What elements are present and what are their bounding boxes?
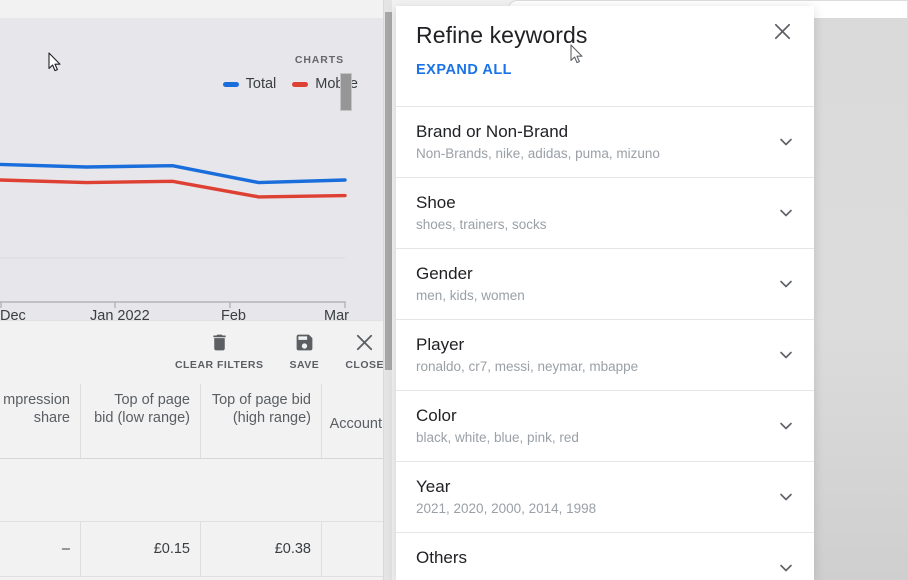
app-scrollbar-thumb[interactable]	[385, 12, 392, 370]
chevron-down-icon[interactable]	[774, 556, 798, 580]
table-header-row: mpression share Top of page bid (low ran…	[0, 384, 392, 459]
refine-row-shoe[interactable]: Shoe shoes, trainers, socks	[396, 178, 814, 249]
refine-row-others[interactable]: Others	[396, 533, 814, 580]
refine-row-color[interactable]: Color black, white, blue, pink, red	[396, 391, 814, 462]
line-chart-plot	[0, 114, 392, 294]
line-chart-svg	[0, 162, 347, 259]
refine-keywords-dialog: Refine keywords EXPAND ALL Brand or Non-…	[396, 6, 814, 580]
legend-swatch-mobile	[292, 81, 309, 87]
column-header-account[interactable]: Account	[321, 384, 392, 458]
refine-row-title: Brand or Non-Brand	[416, 122, 569, 141]
clear-filters-label: CLEAR FILTERS	[174, 359, 264, 371]
save-button[interactable]: SAVE	[288, 327, 322, 373]
refine-row-brand-or-non-brand[interactable]: Brand or Non-Brand Non-Brands, nike, adi…	[396, 107, 814, 178]
cell-account	[321, 522, 392, 576]
chevron-down-icon[interactable]	[774, 272, 798, 296]
right-dimmed-area	[814, 16, 908, 580]
refine-row-subtitle: Non-Brands, nike, adidas, puma, mizuno	[416, 146, 660, 161]
save-label: SAVE	[289, 359, 320, 371]
close-icon	[352, 329, 378, 355]
chart-legend: Total Mobile	[222, 76, 358, 92]
cell-top-of-page-bid-low: £0.15	[80, 522, 200, 576]
chevron-down-icon[interactable]	[774, 414, 798, 438]
chart-card: CHARTS Total Mobile Dec Jan 2022 Feb Mar	[0, 18, 392, 324]
trash-icon	[206, 329, 232, 355]
toolbar-actions: CLEAR FILTERS SAVE CLOSE	[173, 327, 386, 373]
refine-row-title: Player	[416, 335, 465, 354]
column-header-top-of-page-bid-low[interactable]: Top of page bid (low range)	[80, 384, 200, 458]
chevron-down-icon[interactable]	[774, 130, 798, 154]
chevron-down-icon[interactable]	[774, 485, 798, 509]
refine-row-gender[interactable]: Gender men, kids, women	[396, 249, 814, 320]
close-label: CLOSE	[345, 359, 384, 371]
screen: Ads CHARTS Total Mobile	[0, 0, 908, 580]
app-vertical-scrollbar[interactable]	[383, 0, 392, 580]
refine-row-year[interactable]: Year 2021, 2020, 2000, 2014, 1998	[396, 462, 814, 533]
refine-row-subtitle: shoes, trainers, socks	[416, 217, 547, 232]
charts-section-label: CHARTS	[294, 54, 344, 66]
legend-label-total: Total	[245, 76, 277, 92]
close-filters-button[interactable]: CLOSE	[343, 327, 386, 373]
dialog-close-button[interactable]	[768, 20, 796, 48]
cell-top-of-page-bid-high: £0.38	[200, 522, 321, 576]
refine-row-subtitle: black, white, blue, pink, red	[416, 430, 579, 445]
refine-row-subtitle: men, kids, women	[416, 288, 525, 303]
legend-item-total[interactable]: Total	[222, 76, 277, 92]
dialog-title: Refine keywords	[416, 22, 588, 48]
refine-row-player[interactable]: Player ronaldo, cr7, messi, neymar, mbap…	[396, 320, 814, 391]
refine-category-list: Brand or Non-Brand Non-Brands, nike, adi…	[396, 106, 814, 580]
chart-x-axis: Dec Jan 2022 Feb Mar	[0, 298, 392, 324]
chart-scrollbar-thumb[interactable]	[340, 73, 352, 111]
dialog-header: Refine keywords EXPAND ALL	[396, 6, 814, 106]
filter-toolbar: CLEAR FILTERS SAVE CLOSE	[0, 320, 392, 385]
expand-all-button[interactable]: EXPAND ALL	[416, 62, 512, 78]
chevron-down-icon[interactable]	[774, 343, 798, 367]
close-icon	[771, 20, 794, 48]
refine-row-title: Others	[416, 548, 468, 567]
refine-row-title: Year	[416, 477, 451, 496]
refine-row-title: Color	[416, 406, 457, 425]
refine-row-subtitle: 2021, 2020, 2000, 2014, 1998	[416, 501, 597, 516]
refine-row-title: Gender	[416, 264, 473, 283]
clear-filters-button[interactable]: CLEAR FILTERS	[173, 327, 266, 373]
cell-impression-share: –	[61, 541, 70, 557]
top-white-mask	[0, 0, 392, 16]
ads-app-pane: Ads CHARTS Total Mobile	[0, 0, 392, 580]
save-icon	[291, 329, 317, 355]
column-header-impression-share[interactable]: mpression share	[0, 384, 80, 458]
column-header-top-of-page-bid-high[interactable]: Top of page bid (high range)	[200, 384, 321, 458]
table-row[interactable]: – £0.15 £0.38	[0, 522, 392, 577]
chevron-down-icon[interactable]	[774, 201, 798, 225]
refine-row-title: Shoe	[416, 193, 456, 212]
legend-swatch-total	[222, 81, 239, 87]
table-spacer-row	[0, 459, 392, 522]
metrics-table: mpression share Top of page bid (low ran…	[0, 384, 392, 580]
refine-row-subtitle: ronaldo, cr7, messi, neymar, mbappe	[416, 359, 639, 374]
